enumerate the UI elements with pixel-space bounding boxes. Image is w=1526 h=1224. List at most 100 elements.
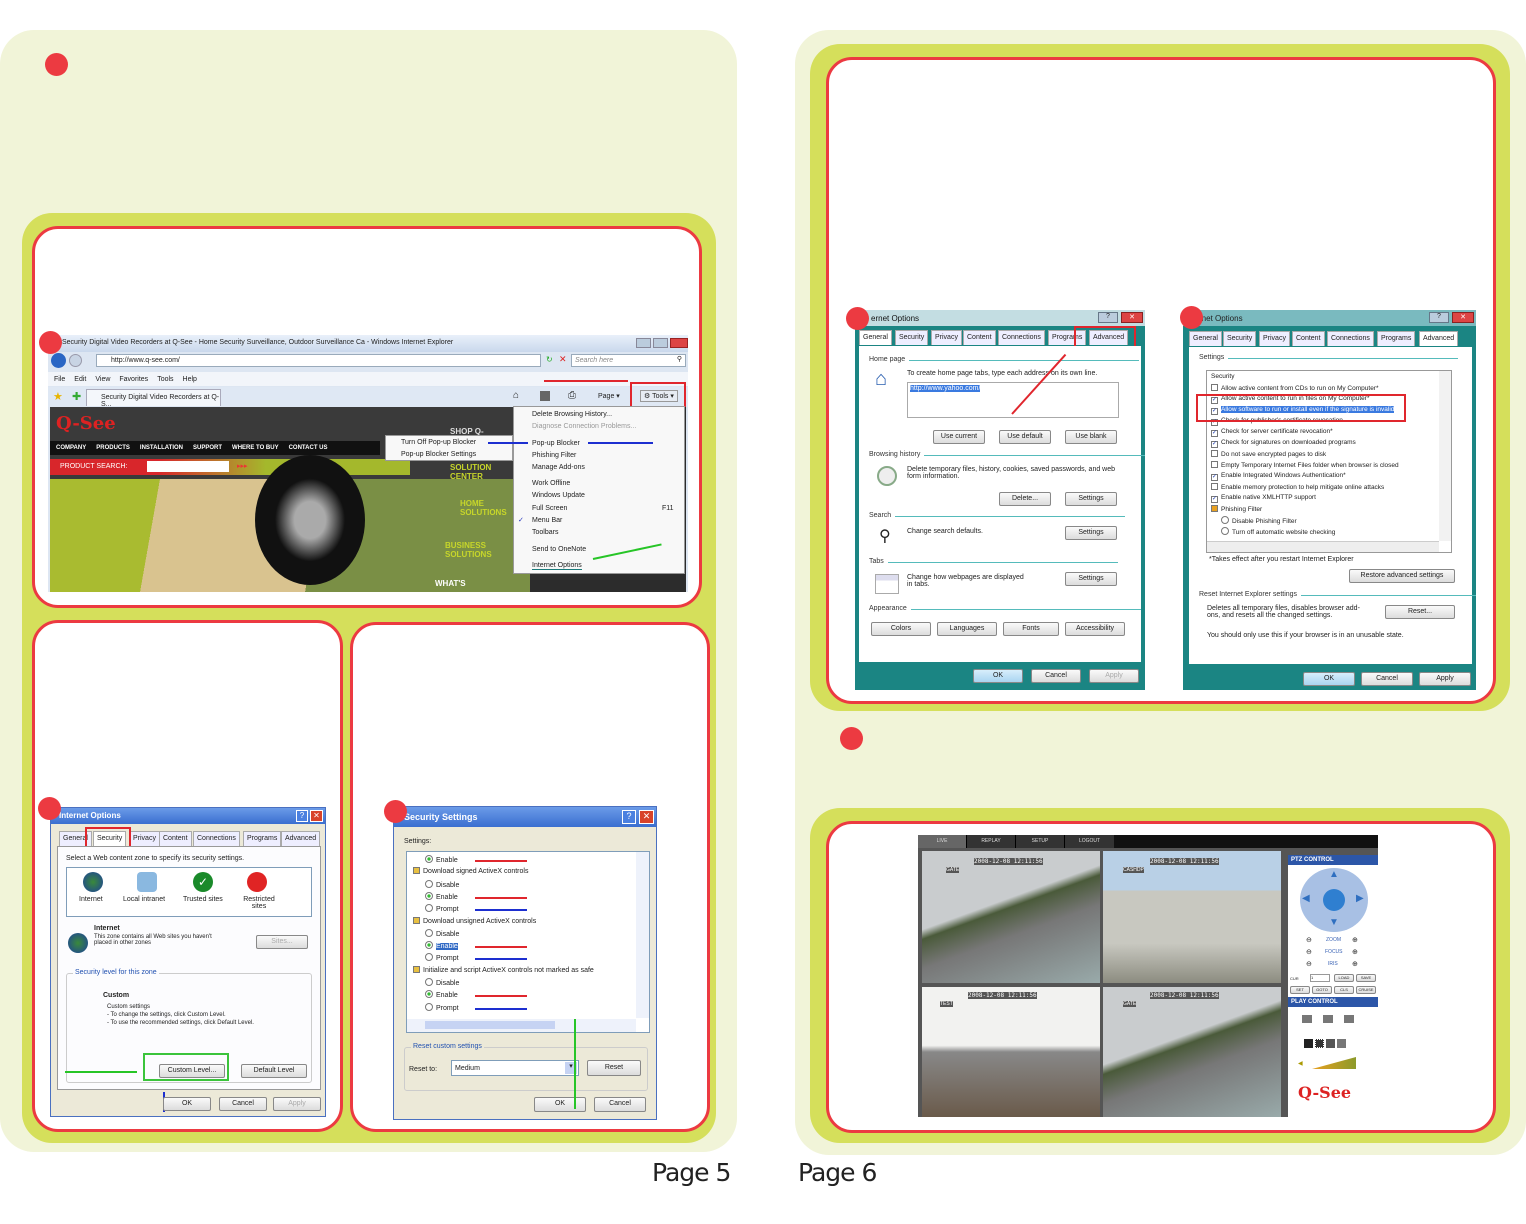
tab-security[interactable]: Security bbox=[895, 330, 929, 345]
tab-privacy[interactable]: Privacy bbox=[1259, 331, 1290, 346]
home-icon[interactable]: ⌂ bbox=[513, 390, 519, 401]
restore-advanced-button[interactable]: Restore advanced settings bbox=[1349, 569, 1455, 583]
close-button[interactable]: ✕ bbox=[1452, 312, 1474, 323]
tab-connections[interactable]: Connections bbox=[1327, 331, 1374, 346]
menu-send-onenote[interactable]: Send to OneNote bbox=[532, 546, 586, 553]
menu-delete-history[interactable]: Delete Browsing History... bbox=[532, 411, 612, 418]
fonts-button[interactable]: Fonts bbox=[1003, 622, 1059, 636]
setting-radio[interactable]: Prompt bbox=[425, 904, 459, 913]
tab-general[interactable]: General bbox=[859, 330, 892, 345]
browser-tab[interactable]: Security Digital Video Recorders at Q-S.… bbox=[86, 389, 221, 408]
layout-4-icon[interactable] bbox=[1315, 1039, 1324, 1048]
cancel-button[interactable]: Cancel bbox=[594, 1097, 646, 1112]
zone-trusted-sites[interactable]: Trusted sites bbox=[183, 896, 223, 903]
setting-radio[interactable]: Prompt bbox=[425, 953, 459, 962]
cur-input[interactable]: 1 bbox=[1310, 974, 1330, 982]
reset-button[interactable]: Reset bbox=[587, 1060, 641, 1076]
help-button[interactable]: ? bbox=[1098, 312, 1118, 323]
load-button[interactable]: LOAD bbox=[1334, 974, 1354, 982]
nav-products[interactable]: PRODUCTS bbox=[96, 445, 130, 451]
ok-button[interactable]: OK bbox=[1303, 672, 1355, 686]
add-favorites-icon[interactable]: ✚ bbox=[72, 390, 81, 403]
accessibility-button[interactable]: Accessibility bbox=[1065, 622, 1125, 636]
focus-minus[interactable]: ⊖ bbox=[1306, 948, 1312, 956]
setting-radio[interactable]: Turn off automatic website checking bbox=[1221, 527, 1335, 536]
cancel-button[interactable]: Cancel bbox=[1031, 669, 1081, 683]
menu-edit[interactable]: Edit bbox=[74, 376, 86, 383]
close-button[interactable]: ✕ bbox=[310, 810, 323, 822]
setting-radio[interactable]: Enable bbox=[425, 855, 458, 864]
menu-windows-update[interactable]: Windows Update bbox=[532, 492, 585, 499]
cruise-button[interactable]: CRUISE bbox=[1356, 986, 1376, 994]
tab-logout[interactable]: LOGOUT bbox=[1065, 835, 1114, 848]
setting-radio[interactable]: Disable bbox=[425, 879, 459, 889]
zoom-minus[interactable]: ⊖ bbox=[1306, 936, 1312, 944]
tabs-settings-button[interactable]: Settings bbox=[1065, 572, 1117, 586]
ok-button[interactable]: OK bbox=[163, 1097, 211, 1111]
use-blank-button[interactable]: Use blank bbox=[1065, 430, 1117, 444]
search-icon[interactable]: ⚲ bbox=[677, 355, 682, 363]
local-intranet-icon[interactable] bbox=[137, 872, 157, 892]
ptz-direction-pad[interactable]: ▲ ▼ ◀ ▶ bbox=[1300, 868, 1368, 932]
setting-checkbox[interactable]: Allow active content from CDs to run on … bbox=[1211, 384, 1379, 392]
help-button[interactable]: ? bbox=[1429, 312, 1449, 323]
tab-programs[interactable]: Programs bbox=[243, 831, 282, 846]
arrow-down-icon[interactable]: ▼ bbox=[1329, 917, 1339, 928]
tab-content[interactable]: Content bbox=[1292, 331, 1325, 346]
tab-replay[interactable]: REPLAY bbox=[967, 835, 1016, 848]
address-input[interactable]: http://www.q-see.com/ bbox=[96, 354, 541, 367]
camera-tile[interactable]: 2008-12-08 12:11:56 GATE bbox=[922, 851, 1100, 983]
horizontal-scrollbar[interactable] bbox=[1207, 541, 1439, 552]
turn-off-popup-blocker[interactable]: Turn Off Pop-up Blocker bbox=[401, 439, 476, 446]
back-icon[interactable] bbox=[51, 353, 66, 368]
menu-tools[interactable]: Tools bbox=[157, 376, 173, 383]
menu-full-screen[interactable]: Full Screen bbox=[532, 505, 567, 512]
cancel-button[interactable]: Cancel bbox=[1361, 672, 1413, 686]
use-default-button[interactable]: Use default bbox=[999, 430, 1051, 444]
side-solution-center[interactable]: SOLUTION CENTER bbox=[450, 463, 510, 481]
default-level-button[interactable]: Default Level bbox=[241, 1064, 307, 1078]
ptz-center-button[interactable] bbox=[1323, 889, 1345, 911]
tab-security[interactable]: Security bbox=[1223, 331, 1257, 346]
tab-general[interactable]: General bbox=[1189, 331, 1222, 346]
setting-radio[interactable]: Enable bbox=[425, 990, 458, 999]
set-button[interactable]: SET bbox=[1290, 986, 1310, 994]
side-home-solutions[interactable]: HOME SOLUTIONS bbox=[460, 499, 520, 517]
horizontal-scrollbar[interactable] bbox=[407, 1019, 636, 1032]
nav-support[interactable]: SUPPORT bbox=[193, 445, 222, 451]
layout-16-icon[interactable] bbox=[1337, 1039, 1346, 1048]
product-search-input[interactable] bbox=[147, 461, 229, 472]
setting-checkbox[interactable]: Do not save encrypted pages to disk bbox=[1211, 450, 1326, 458]
arrow-left-icon[interactable]: ◀ bbox=[1302, 893, 1310, 904]
ok-button[interactable]: OK bbox=[973, 669, 1023, 683]
tab-privacy[interactable]: Privacy bbox=[931, 330, 962, 345]
refresh-icon[interactable]: ↻ bbox=[546, 355, 553, 364]
use-current-button[interactable]: Use current bbox=[933, 430, 985, 444]
zoom-plus[interactable]: ⊕ bbox=[1352, 936, 1358, 944]
languages-button[interactable]: Languages bbox=[937, 622, 997, 636]
side-business-solutions[interactable]: BUSINESS SOLUTIONS bbox=[445, 541, 515, 559]
focus-plus[interactable]: ⊕ bbox=[1352, 948, 1358, 956]
settings-list-scrollbar[interactable] bbox=[636, 852, 649, 1018]
history-settings-button[interactable]: Settings bbox=[1065, 492, 1117, 506]
delete-button[interactable]: Delete... bbox=[999, 492, 1051, 506]
menu-help[interactable]: Help bbox=[183, 376, 197, 383]
menu-file[interactable]: File bbox=[54, 376, 65, 383]
side-whats-new[interactable]: WHAT'S bbox=[435, 579, 466, 588]
setting-radio[interactable]: Enable bbox=[425, 891, 458, 901]
search-settings-button[interactable]: Settings bbox=[1065, 526, 1117, 540]
setting-radio[interactable]: Enable bbox=[425, 941, 458, 951]
tab-programs[interactable]: Programs bbox=[1377, 331, 1416, 346]
tab-content[interactable]: Content bbox=[159, 831, 192, 846]
close-button[interactable] bbox=[670, 338, 688, 348]
popup-blocker-settings[interactable]: Pop-up Blocker Settings bbox=[401, 451, 476, 458]
tab-content[interactable]: Content bbox=[963, 330, 996, 345]
record-icon[interactable] bbox=[1302, 1015, 1312, 1023]
favorites-star-icon[interactable]: ★ bbox=[53, 390, 63, 403]
reset-level-select[interactable]: Medium ▾ bbox=[451, 1060, 579, 1076]
nav-contact[interactable]: CONTACT US bbox=[289, 445, 328, 451]
tab-advanced[interactable]: Advanced bbox=[281, 831, 321, 846]
search-input[interactable]: Search here ⚲ bbox=[571, 354, 686, 367]
camera-tile[interactable]: 2008-12-08 12:11:56 GATE bbox=[1103, 987, 1281, 1117]
nav-company[interactable]: COMPANY bbox=[56, 445, 86, 451]
